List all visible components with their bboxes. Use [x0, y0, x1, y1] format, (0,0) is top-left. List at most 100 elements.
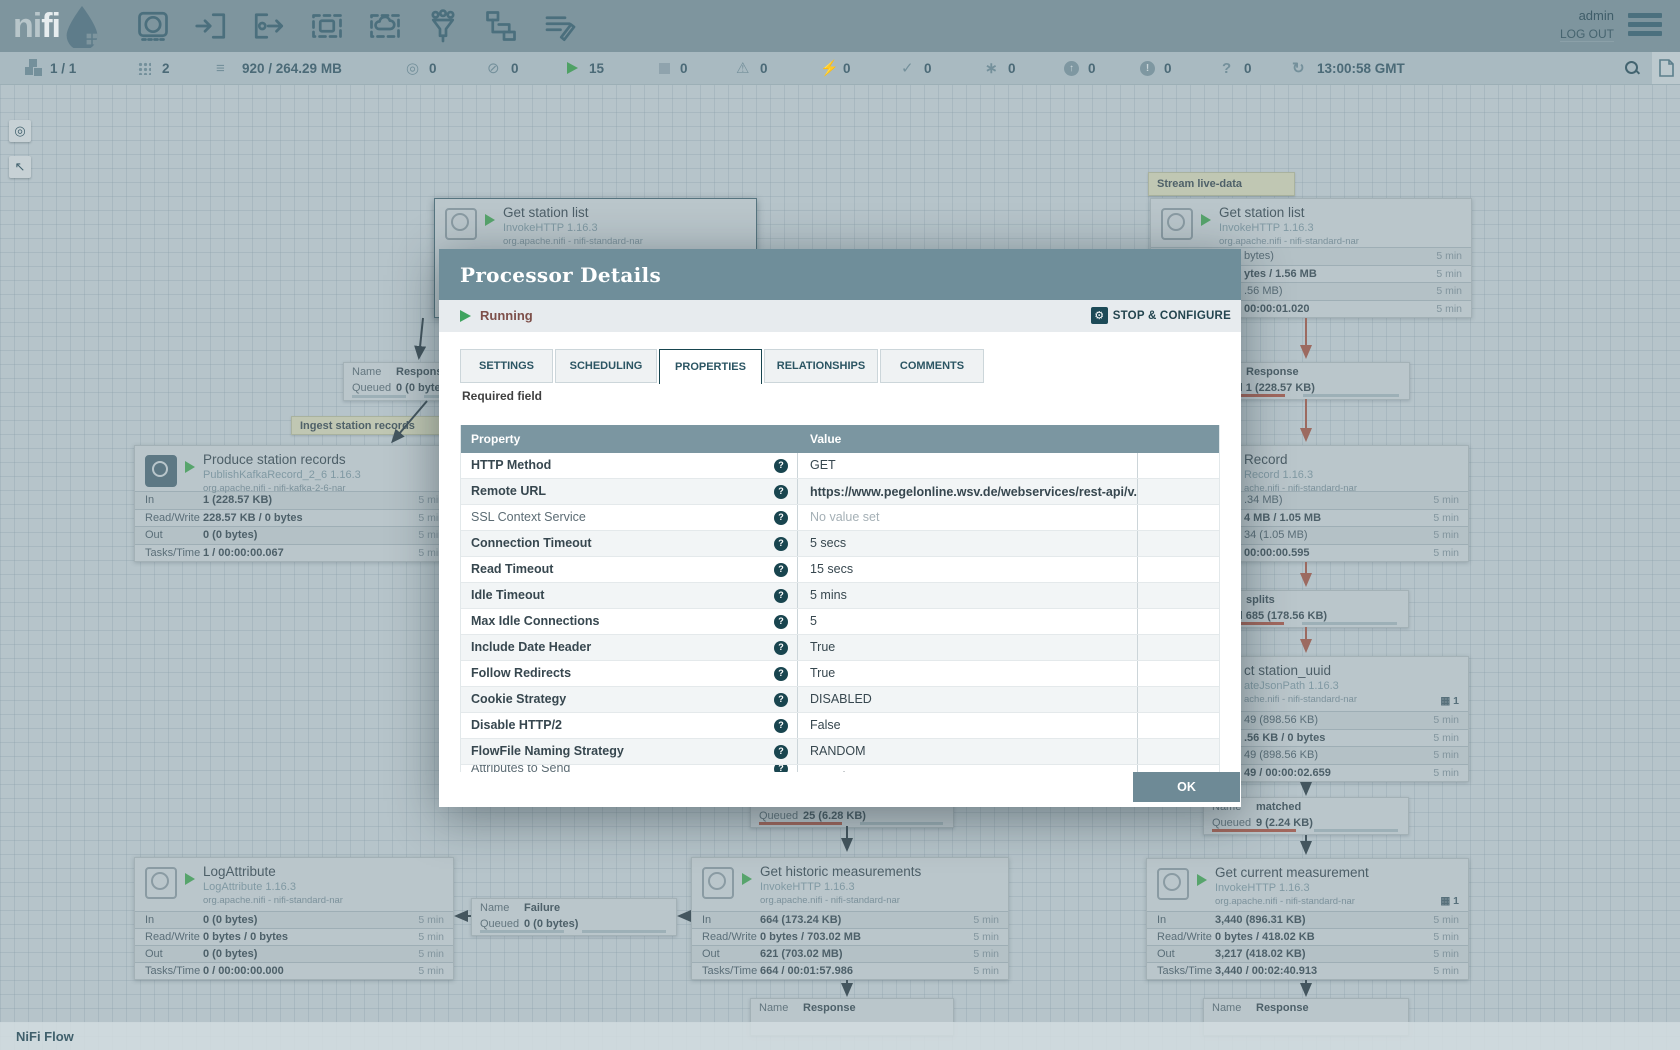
- help-icon[interactable]: ?: [774, 485, 788, 499]
- processor-type: LogAttribute 1.16.3: [203, 881, 296, 893]
- processor-icon: [145, 867, 177, 899]
- stat-value: 664 (173.24 KB): [760, 914, 841, 926]
- help-icon[interactable]: ?: [774, 459, 788, 473]
- stat-period: 5 min: [1433, 965, 1459, 977]
- processor-type: InvokeHTTP 1.16.3: [503, 222, 598, 234]
- processor-type: Record 1.16.3: [1244, 469, 1313, 481]
- conn-failure[interactable]: NameFailureQueued0 (0 bytes): [471, 898, 677, 936]
- property-cell: HTTP Method?: [461, 453, 798, 478]
- template-icon[interactable]: [483, 8, 519, 44]
- stat-value: 0 (0 bytes): [203, 529, 257, 541]
- property-name: Disable HTTP/2: [471, 713, 562, 738]
- status-bar: 1 / 12≡920 / 264.29 MB◎0⊘0150⚠0⚡0✓0∗0↑0!…: [0, 52, 1680, 85]
- stat-row: Out621 (703.02 MB)5 min: [692, 945, 1008, 963]
- property-row: FlowFile Naming Strategy?RANDOM: [461, 739, 1219, 765]
- stat-row: Out0 (0 bytes)5 min: [135, 526, 453, 545]
- help-icon[interactable]: ?: [774, 693, 788, 707]
- annotation-tool-button[interactable]: ◎: [9, 120, 31, 142]
- stat-period: 5 min: [1433, 914, 1459, 926]
- running-icon: [185, 873, 195, 885]
- disabled-icon: ⚡: [820, 52, 839, 84]
- connection-value: Failure: [524, 902, 560, 914]
- stat-row: Tasks/Time0 / 00:00:00.0005 min: [135, 962, 453, 980]
- stat-row: Tasks/Time1 / 00:00:00.0675 min: [135, 544, 453, 563]
- property-value: True: [810, 640, 835, 654]
- property-cell: Connection Timeout?: [461, 531, 798, 556]
- stat-period: 5 min: [1433, 494, 1459, 506]
- stat-label: In: [1157, 914, 1166, 926]
- property-cell: Read Timeout?: [461, 557, 798, 582]
- value-cell: No value set: [798, 765, 1138, 772]
- ok-button[interactable]: OK: [1133, 772, 1240, 802]
- queued-count: 920 / 264.29 MB: [242, 52, 342, 84]
- property-row: Connection Timeout? 5 secs: [461, 531, 1219, 557]
- pointer-tool-button[interactable]: ↖: [9, 156, 31, 178]
- help-icon[interactable]: ?: [774, 615, 788, 629]
- property-cell: Include Date Header?: [461, 635, 798, 660]
- stat-period: 5 min: [1436, 268, 1462, 280]
- connection-value: Response: [803, 1002, 856, 1014]
- help-icon[interactable]: ?: [774, 589, 788, 603]
- refresh-icon[interactable]: ↻: [1292, 52, 1305, 84]
- property-name: Cookie Strategy: [471, 687, 566, 712]
- tab-comments[interactable]: COMMENTS: [880, 349, 984, 383]
- connection-value: matched: [1256, 801, 1301, 813]
- stop-and-configure-button[interactable]: ⚙ STOP & CONFIGURE: [1091, 307, 1231, 324]
- stat-label: Read/Write: [702, 931, 757, 943]
- get-historic-measurements[interactable]: Get historic measurementsInvokeHTTP 1.16…: [691, 857, 1009, 980]
- stat-value: 0 bytes / 0 bytes: [203, 931, 288, 943]
- help-icon[interactable]: ?: [774, 765, 788, 772]
- connection-value-fragment: d 1 (228.57 KB): [1236, 382, 1315, 394]
- produce-station-records[interactable]: Produce station recordsPublishKafkaRecor…: [134, 445, 454, 562]
- funnel-icon[interactable]: [425, 8, 461, 44]
- processor-icon[interactable]: [135, 8, 171, 44]
- help-icon[interactable]: ?: [774, 719, 788, 733]
- help-icon[interactable]: ?: [774, 641, 788, 655]
- stat-value-fragment: 49 / 00:00:02.659: [1244, 767, 1331, 779]
- tab-properties[interactable]: PROPERTIES: [659, 349, 762, 384]
- output-port-icon[interactable]: [251, 8, 287, 44]
- property-value: 5 secs: [810, 536, 846, 550]
- running-icon: [742, 873, 752, 885]
- bulletin-board-icon[interactable]: [1652, 52, 1680, 84]
- processor-bundle: org.apache.nifi - nifi-standard-nar: [1215, 896, 1355, 907]
- stat-period: 5 min: [1433, 512, 1459, 524]
- property-value: No value set: [810, 510, 879, 524]
- breadcrumb[interactable]: NiFi Flow: [16, 1029, 74, 1044]
- global-menu-icon[interactable]: [1628, 13, 1662, 39]
- get-current-measurement[interactable]: Get current measurementInvokeHTTP 1.16.3…: [1146, 858, 1469, 980]
- label-icon[interactable]: [541, 8, 577, 44]
- process-group-icon[interactable]: [309, 8, 345, 44]
- running-icon: [567, 52, 578, 84]
- tab-settings[interactable]: SETTINGS: [460, 349, 553, 383]
- help-icon[interactable]: ?: [774, 563, 788, 577]
- label-stream-live-data[interactable]: Stream live-data: [1148, 172, 1295, 196]
- stat-value: 3,440 / 00:02:40.913: [1215, 965, 1317, 977]
- stat-period: 5 min: [1433, 948, 1459, 960]
- remote-process-group-icon[interactable]: [367, 8, 403, 44]
- tab-relationships[interactable]: RELATIONSHIPS: [764, 349, 878, 383]
- value-cell: GET: [798, 453, 1138, 478]
- help-icon[interactable]: ?: [774, 667, 788, 681]
- logout-link[interactable]: LOG OUT: [1560, 27, 1614, 42]
- stat-value-fragment: ytes / 1.56 MB: [1244, 268, 1317, 280]
- stopped-icon: [659, 52, 670, 84]
- property-row: Cookie Strategy?DISABLED: [461, 687, 1219, 713]
- up-to-date-count: 0: [924, 52, 932, 84]
- help-icon[interactable]: ?: [774, 511, 788, 525]
- label-ingest-station-records[interactable]: Ingest station records: [291, 416, 441, 435]
- log-attribute[interactable]: LogAttributeLogAttribute 1.16.3org.apach…: [134, 857, 454, 980]
- search-icon[interactable]: [1624, 52, 1640, 84]
- help-icon[interactable]: ?: [774, 745, 788, 759]
- processor-name: Get historic measurements: [760, 864, 921, 879]
- stat-label: Read/Write: [1157, 931, 1212, 943]
- tab-scheduling[interactable]: SCHEDULING: [555, 349, 657, 383]
- modified-and-stale-count: 0: [1164, 52, 1172, 84]
- input-port-icon[interactable]: [193, 8, 229, 44]
- help-icon[interactable]: ?: [774, 537, 788, 551]
- connection-value: 9 (2.24 KB): [1256, 817, 1313, 829]
- breadcrumb-bar: NiFi Flow: [0, 1022, 1680, 1050]
- stat-value: 0 / 00:00:00.000: [203, 965, 284, 977]
- property-value: No value set: [810, 770, 879, 772]
- stat-row: In664 (173.24 KB)5 min: [692, 911, 1008, 929]
